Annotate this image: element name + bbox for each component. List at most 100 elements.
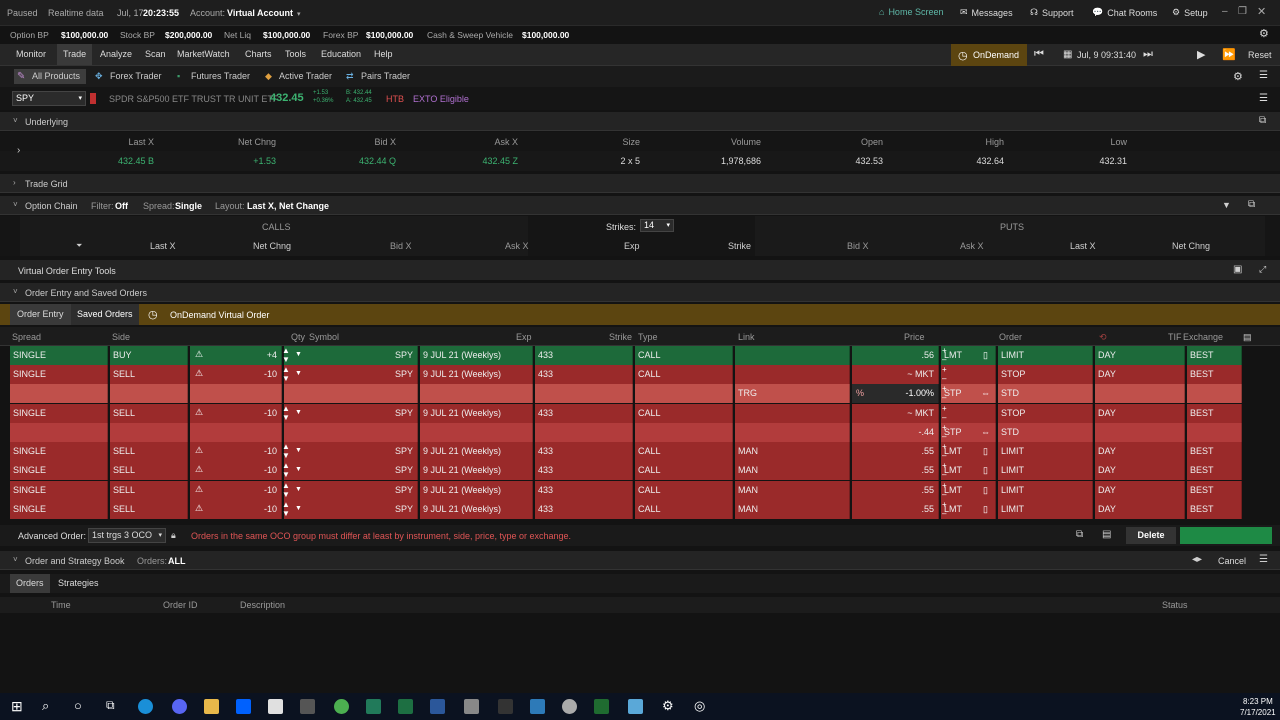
file-explorer-icon[interactable] <box>204 699 219 714</box>
order-cell-qty[interactable]: -10 <box>190 461 282 480</box>
order-cell-type[interactable]: CALL <box>635 346 733 365</box>
order-cell-spread[interactable]: SINGLE <box>10 346 108 365</box>
order-cell-exp[interactable]: 9 JUL 21 (Weeklys) <box>420 365 533 384</box>
order-cell-type[interactable] <box>635 423 733 442</box>
spread-select[interactable]: Single <box>175 201 202 211</box>
order-cell-order[interactable]: STOP <box>998 365 1093 384</box>
order-cell-exch[interactable]: BEST <box>1187 500 1242 519</box>
order-cell-exp[interactable]: 9 JUL 21 (Weeklys) <box>420 461 533 480</box>
link-icon[interactable]: ⇔ <box>981 427 990 437</box>
order-cell-side[interactable]: SELL <box>110 500 188 519</box>
order-cell-exch[interactable]: BEST <box>1187 442 1242 461</box>
order-cell-tif[interactable]: DAY <box>1095 404 1185 423</box>
thinkorswim-icon[interactable] <box>594 699 609 714</box>
order-cell-strike[interactable]: 433 <box>535 442 633 461</box>
excel-icon[interactable] <box>398 699 413 714</box>
order-cell-order[interactable]: STOP <box>998 404 1093 423</box>
tab-active-trader[interactable]: Active Trader <box>263 69 332 84</box>
tab-forex-trader[interactable]: Forex Trader <box>94 69 162 84</box>
order-cell-spread[interactable]: SINGLE <box>10 365 108 384</box>
order-cell-spread[interactable]: SINGLE <box>10 404 108 423</box>
order-cell-side[interactable] <box>110 384 188 403</box>
order-cell-link[interactable] <box>735 404 850 423</box>
order-cell-link[interactable] <box>735 365 850 384</box>
order-cell-tif[interactable]: DAY <box>1095 346 1185 365</box>
camera-icon[interactable]: ▣ <box>1233 264 1242 275</box>
word-icon[interactable] <box>430 699 445 714</box>
order-cell-price[interactable]: ~ MKT <box>852 404 939 423</box>
order-cell-exch[interactable] <box>1187 384 1242 403</box>
refresh-icon[interactable]: ⟲ <box>1099 332 1107 343</box>
tab-futures-trader[interactable]: Futures Trader <box>175 69 250 84</box>
menu-icon[interactable]: ☰ <box>1259 554 1268 565</box>
order-cell-order[interactable]: LIMIT <box>998 346 1093 365</box>
order-cell-price[interactable]: ~ MKT <box>852 365 939 384</box>
search-icon[interactable]: ⌕ <box>42 698 49 714</box>
gear-icon[interactable]: ⚙ <box>1233 70 1243 83</box>
order-cell-link[interactable] <box>735 346 850 365</box>
percent-icon[interactable]: % <box>856 388 864 398</box>
close-icon[interactable]: ✕ <box>1257 5 1266 18</box>
filter-icon[interactable]: ▼ <box>1222 200 1231 210</box>
chat-rooms-button[interactable]: 💬 Chat Rooms <box>1092 7 1157 18</box>
order-cell-sym[interactable]: SPY <box>284 365 418 384</box>
price-stepper-icon[interactable]: + – <box>942 423 947 441</box>
order-cell-tif[interactable]: DAY <box>1095 500 1185 519</box>
order-cell-side[interactable] <box>110 423 188 442</box>
order-cell-sym[interactable]: SPY <box>284 461 418 480</box>
order-cell-exp[interactable]: 9 JUL 21 (Weeklys) <box>420 346 533 365</box>
order-cell-strike[interactable]: 433 <box>535 481 633 500</box>
cortana-icon[interactable]: ○ <box>74 698 82 713</box>
play-icon[interactable]: ▶ <box>1197 48 1205 61</box>
order-cell-price[interactable]: .55 <box>852 481 939 500</box>
price-stepper-icon[interactable]: + – <box>942 481 947 499</box>
edge-icon[interactable] <box>138 699 153 714</box>
cancel-button[interactable]: Cancel <box>1218 556 1246 566</box>
order-cell-link[interactable]: TRG <box>735 384 850 403</box>
order-cell-type[interactable]: CALL <box>635 500 733 519</box>
order-entry-header[interactable]: ˅ Order Entry and Saved Orders <box>0 283 1280 302</box>
order-cell-type[interactable] <box>635 384 733 403</box>
order-cell-spread[interactable] <box>10 384 108 403</box>
columns-icon[interactable]: ▤ <box>1243 332 1252 343</box>
support-button[interactable]: ☊ Support <box>1030 7 1074 18</box>
delete-button[interactable]: Delete <box>1126 527 1176 544</box>
order-cell-type[interactable]: CALL <box>635 481 733 500</box>
reset-button[interactable]: Reset <box>1248 50 1272 60</box>
order-cell-qty[interactable]: -10 <box>190 365 282 384</box>
order-cell-spread[interactable]: SINGLE <box>10 442 108 461</box>
filter-select[interactable]: Off <box>115 201 128 211</box>
tab-charts[interactable]: Charts <box>239 44 278 65</box>
order-cell-strike[interactable]: 433 <box>535 365 633 384</box>
order-row[interactable]: SINGLE SELL -10 SPY 9 JUL 21 (Weeklys) 433 CAL… <box>10 481 1267 500</box>
order-cell-side[interactable]: SELL <box>110 461 188 480</box>
order-row[interactable]: SINGLE SELL -10 SPY 9 JUL 21 (Weeklys) 433 CAL… <box>10 500 1267 519</box>
account-select[interactable]: Virtual Account <box>227 8 293 18</box>
order-cell-order[interactable]: LIMIT <box>998 442 1093 461</box>
order-cell-ptype[interactable] <box>941 365 996 384</box>
order-row[interactable]: TRG -1.00% STP STD + – ⇔% <box>10 384 1267 403</box>
order-cell-spread[interactable]: SINGLE <box>10 500 108 519</box>
order-cell-sym[interactable] <box>284 423 418 442</box>
order-cell-tif[interactable]: DAY <box>1095 461 1185 480</box>
option-chain-header[interactable]: ˅ Option Chain Filter: Off Spread: Singl… <box>0 196 1280 215</box>
menu-icon[interactable]: ☰ <box>1259 93 1268 104</box>
tab-scan[interactable]: Scan <box>139 44 172 65</box>
order-cell-order[interactable]: STD <box>998 384 1093 403</box>
trade-grid-header[interactable]: › Trade Grid <box>0 174 1280 193</box>
qty-stepper-icon[interactable]: ▲ ▼ <box>282 404 290 422</box>
popout-icon[interactable]: ⧉ <box>1259 115 1266 126</box>
chevron-down-icon[interactable]: ▼ <box>295 351 302 358</box>
ondemand-date[interactable]: Jul, 9 09:31:40 <box>1077 50 1136 60</box>
chevron-right-icon[interactable]: › <box>17 145 20 156</box>
lock-icon[interactable]: ▯ <box>983 485 988 496</box>
tab-orders[interactable]: Orders <box>10 574 50 593</box>
tab-strategies[interactable]: Strategies <box>52 574 105 593</box>
skip-back-icon[interactable]: ⏮ <box>1034 48 1044 61</box>
order-cell-strike[interactable] <box>535 384 633 403</box>
order-cell-link[interactable]: MAN <box>735 481 850 500</box>
order-cell-exch[interactable]: BEST <box>1187 346 1242 365</box>
order-cell-strike[interactable]: 433 <box>535 346 633 365</box>
layout-select[interactable]: Last X, Net Change <box>247 201 329 211</box>
tab-help[interactable]: Help <box>368 44 399 65</box>
